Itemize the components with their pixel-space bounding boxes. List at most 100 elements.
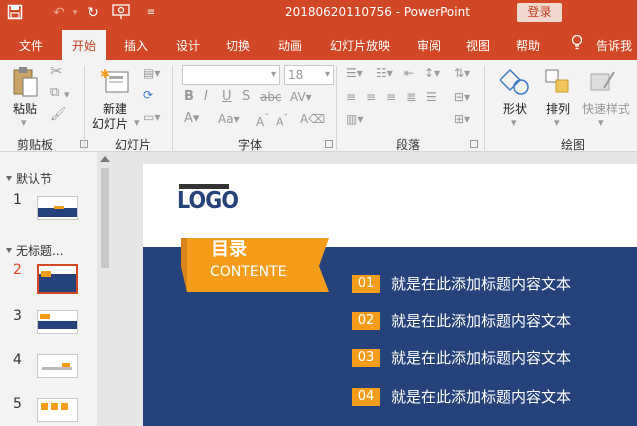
section-label-untitled[interactable]: 无标题... [16, 242, 63, 259]
ribbon-home: 粘贴 ▾ ✂ ⧉ ▾ 🖌 剪贴板 ✱ 新建 幻灯片 ▾ ▤▾ ⟳ ▭▾ 幻灯片 … [0, 60, 637, 152]
cut-icon[interactable]: ✂ [50, 64, 63, 79]
arrange-dropdown-icon[interactable]: ▾ [554, 116, 560, 130]
redo-icon[interactable]: ↻ [84, 4, 102, 22]
quick-styles-dropdown-icon[interactable]: ▾ [598, 116, 604, 130]
font-launcher-icon[interactable] [325, 140, 333, 148]
thumbnail-scrollbar[interactable] [97, 152, 113, 426]
collapse-section-icon[interactable] [6, 176, 12, 181]
item-number: 04 [352, 388, 380, 406]
new-slide-icon[interactable]: ✱ [100, 66, 130, 96]
paste-label[interactable]: 粘贴 [13, 100, 37, 117]
align-right-icon[interactable]: ≡ [386, 90, 396, 104]
shapes-icon[interactable] [498, 68, 530, 96]
clear-formatting-icon[interactable]: A⌫ [300, 112, 325, 126]
quick-styles-label[interactable]: 快速样式 [582, 100, 630, 117]
title-bar: ↶ ▾ ↻ ≡ 20180620110756 - PowerPoint 登录 [0, 0, 637, 26]
font-color-icon[interactable]: A▾ [184, 112, 199, 126]
smartart-icon[interactable]: ⊞▾ [454, 112, 470, 126]
collapse-section-icon[interactable] [6, 248, 12, 253]
divider [84, 66, 85, 150]
font-size-field[interactable]: 18 ▾ [284, 65, 334, 85]
customize-toolbar-icon[interactable]: ≡ [142, 4, 160, 22]
arrange-label[interactable]: 排列 [546, 100, 570, 117]
justify-icon[interactable]: ≣ [406, 90, 416, 104]
shapes-label[interactable]: 形状 [503, 100, 527, 117]
numbering-icon[interactable]: ☷▾ [376, 66, 393, 80]
item-number: 02 [352, 312, 380, 330]
change-case-icon[interactable]: Aa▾ [218, 112, 240, 126]
tell-me-search[interactable]: 告诉我 [596, 37, 632, 54]
tab-home[interactable]: 开始 [62, 30, 107, 60]
item-number: 01 [352, 275, 380, 293]
section-icon[interactable]: ▭▾ [143, 110, 160, 124]
copy-icon[interactable]: ⧉ [50, 86, 59, 100]
columns-icon[interactable]: ▥▾ [346, 112, 363, 126]
align-center-icon[interactable]: ≡ [366, 90, 376, 104]
slide-number: 4 [13, 352, 22, 368]
tab-transitions[interactable]: 切换 [226, 37, 250, 54]
italic-icon[interactable]: I [204, 90, 208, 104]
group-label-drawing: 绘图 [561, 138, 586, 152]
shadow-icon[interactable]: S [242, 90, 250, 104]
tab-view[interactable]: 视图 [466, 37, 490, 54]
divider [172, 66, 173, 150]
scroll-thumb[interactable] [101, 168, 109, 268]
reset-icon[interactable]: ⟳ [143, 88, 153, 102]
underline-icon[interactable]: U [222, 90, 232, 104]
layout-icon[interactable]: ▤▾ [143, 66, 160, 80]
new-slide-label-line2[interactable]: 幻灯片 [92, 115, 128, 132]
login-button[interactable]: 登录 [517, 3, 562, 22]
item-text: 就是在此添加标题内容文本 [391, 349, 572, 367]
slide-thumbnail-2[interactable] [37, 264, 78, 294]
slide-thumbnail-4[interactable] [37, 354, 78, 378]
align-left-icon[interactable]: ≡ [346, 90, 356, 104]
distribute-icon[interactable]: ☰ [426, 90, 437, 104]
decrease-indent-icon[interactable]: ⇤ [404, 66, 414, 80]
slide-number: 2 [13, 262, 22, 278]
group-label-paragraph: 段落 [396, 138, 421, 152]
strikethrough-icon[interactable]: abc [260, 90, 282, 104]
shapes-dropdown-icon[interactable]: ▾ [511, 116, 517, 130]
arrange-icon[interactable] [544, 68, 572, 96]
paste-icon[interactable] [11, 66, 39, 98]
tab-insert[interactable]: 插入 [124, 37, 148, 54]
tab-help[interactable]: 帮助 [516, 37, 540, 54]
document-title: 20180620110756 - PowerPoint [285, 5, 470, 19]
copy-dropdown-icon[interactable]: ▾ [64, 88, 70, 102]
group-label-clipboard: 剪贴板 [17, 138, 54, 152]
format-painter-icon[interactable]: 🖌 [50, 108, 67, 122]
svg-text:✱: ✱ [100, 67, 110, 81]
decrease-font-icon[interactable]: Aˇ [276, 112, 288, 130]
scroll-up-icon[interactable] [100, 156, 110, 162]
slide-number: 1 [13, 192, 22, 208]
text-direction-icon[interactable]: ⇅▾ [454, 66, 470, 80]
quick-styles-icon[interactable] [588, 68, 616, 96]
slide-thumbnail-pane: 默认节 1 无标题... 2 3 4 5 [0, 152, 97, 426]
slide-subtitle: CONTENTE [210, 264, 287, 280]
increase-font-icon[interactable]: Aˆ [256, 112, 269, 129]
tab-design[interactable]: 设计 [176, 37, 200, 54]
slide-thumbnail-1[interactable] [37, 196, 78, 220]
tab-animations[interactable]: 动画 [278, 37, 302, 54]
section-label-default[interactable]: 默认节 [16, 170, 52, 187]
align-text-icon[interactable]: ⊟▾ [454, 90, 470, 104]
save-icon[interactable] [6, 4, 24, 22]
current-slide[interactable]: LOGO 目录 CONTENTE 01 就是在此添加标题内容文本 02 就是在此… [143, 164, 637, 426]
font-name-field[interactable]: ▾ [182, 65, 280, 85]
new-slide-dropdown-icon[interactable]: ▾ [134, 116, 140, 130]
tab-slideshow[interactable]: 幻灯片放映 [330, 37, 390, 54]
undo-dropdown-icon[interactable]: ▾ [66, 4, 84, 22]
line-spacing-icon[interactable]: ↕▾ [424, 66, 440, 80]
tab-review[interactable]: 审阅 [417, 37, 441, 54]
slide-thumbnail-3[interactable] [37, 310, 78, 334]
paste-dropdown-icon[interactable]: ▾ [21, 116, 27, 130]
slide-thumbnail-5[interactable] [37, 398, 78, 422]
char-spacing-icon[interactable]: AV▾ [290, 90, 312, 104]
bullets-icon[interactable]: ☰▾ [346, 66, 363, 80]
paragraph-launcher-icon[interactable] [470, 140, 478, 148]
bold-icon[interactable]: B [184, 90, 194, 104]
divider [484, 66, 485, 150]
slide-title: 目录 [211, 239, 247, 260]
tab-file[interactable]: 文件 [19, 37, 43, 54]
present-from-start-icon[interactable] [112, 4, 130, 22]
